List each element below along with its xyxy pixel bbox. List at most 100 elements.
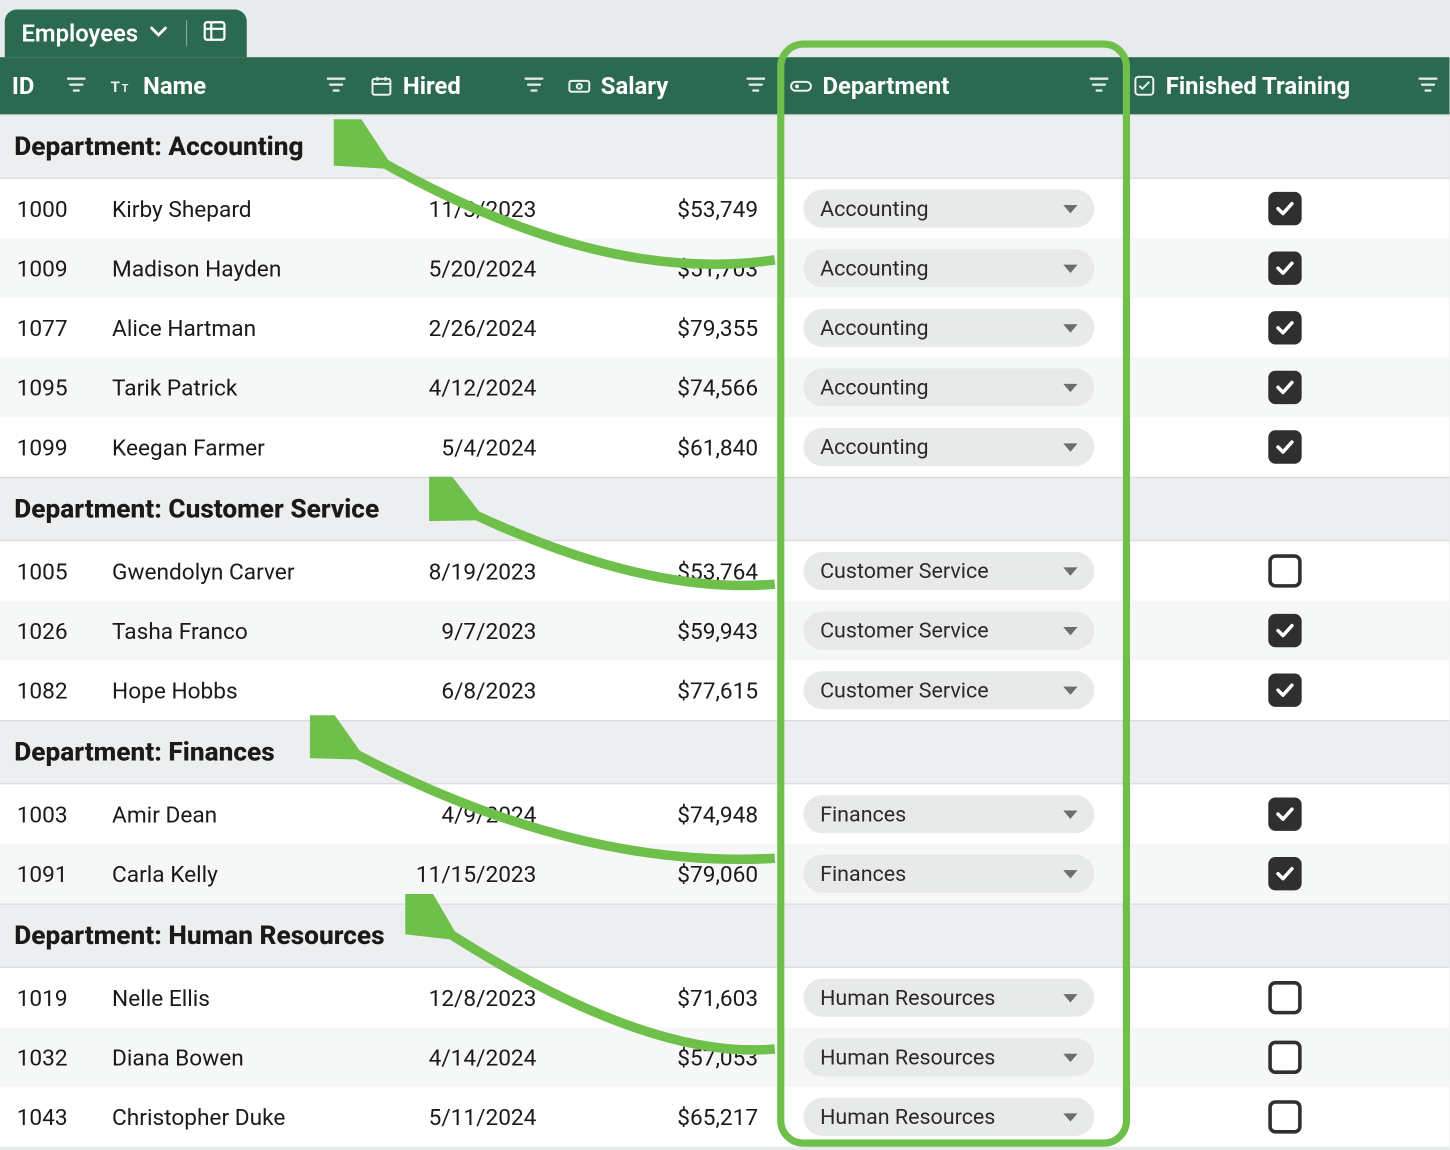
column-id-label: ID [12,72,34,101]
department-select[interactable]: Human Resources [803,1038,1094,1076]
filter-icon[interactable] [327,77,346,94]
cell-finished-training [1120,252,1449,285]
cell-id: 1082 [0,676,98,703]
cell-salary: $57,053 [555,1044,777,1071]
cell-id: 1009 [0,254,98,281]
tab-label: Employees [21,19,138,48]
table-row[interactable]: 1003Amir Dean4/9/2024$74,948Finances [0,784,1449,844]
table-row[interactable]: 1032Diana Bowen4/14/2024$57,053Human Res… [0,1028,1449,1088]
department-select[interactable]: Finances [803,795,1094,833]
department-select[interactable]: Accounting [803,368,1094,406]
group-header[interactable]: Department: Customer Service [0,477,1449,541]
cell-hired: 5/4/2024 [358,433,556,460]
table-view-icon[interactable] [201,17,227,49]
department-select[interactable]: Accounting [803,249,1094,287]
table-row[interactable]: 1095Tarik Patrick4/12/2024$74,566Account… [0,358,1449,418]
column-header-id[interactable]: ID [0,57,98,114]
finished-training-checkbox[interactable] [1268,981,1301,1014]
cell-finished-training [1120,614,1449,647]
cell-salary: $74,948 [555,800,777,827]
cell-finished-training [1120,1100,1449,1133]
department-value: Customer Service [820,558,989,583]
group-header[interactable]: Department: Accounting [0,114,1449,178]
finished-training-checkbox[interactable] [1268,614,1301,647]
cell-finished-training [1120,1041,1449,1074]
money-icon [567,74,591,98]
cell-department: Human Resources [777,1098,1120,1136]
column-header-hired[interactable]: Hired [358,57,556,114]
finished-training-checkbox[interactable] [1268,252,1301,285]
filter-icon[interactable] [1089,77,1108,94]
group-header[interactable]: Department: Human Resources [0,904,1449,968]
svg-text:T: T [111,78,120,96]
table-row[interactable]: 1005Gwendolyn Carver8/19/2023$53,764Cust… [0,541,1449,601]
finished-training-checkbox[interactable] [1268,1041,1301,1074]
tab-employees[interactable]: Employees [5,10,247,58]
column-header-department[interactable]: Department [777,57,1120,114]
table-row[interactable]: 1099Keegan Farmer5/4/2024$61,840Accounti… [0,417,1449,477]
department-value: Accounting [820,434,929,459]
cell-department: Finances [777,855,1120,893]
table-row[interactable]: 1043Christopher Duke5/11/2024$65,217Huma… [0,1087,1449,1147]
finished-training-checkbox[interactable] [1268,430,1301,463]
cell-hired: 5/20/2024 [358,254,556,281]
cell-department: Human Resources [777,979,1120,1017]
department-select[interactable]: Customer Service [803,552,1094,590]
chevron-down-icon [1063,443,1077,451]
department-select[interactable]: Finances [803,855,1094,893]
column-header-name[interactable]: TT Name [98,57,358,114]
finished-training-checkbox[interactable] [1268,857,1301,890]
cell-name: Tasha Franco [98,617,358,644]
finished-training-checkbox[interactable] [1268,192,1301,225]
department-select[interactable]: Accounting [803,428,1094,466]
table-row[interactable]: 1082Hope Hobbs6/8/2023$77,615Customer Se… [0,660,1449,720]
table-row[interactable]: 1019Nelle Ellis12/8/2023$71,603Human Res… [0,968,1449,1028]
finished-training-checkbox[interactable] [1268,1100,1301,1133]
cell-id: 1095 [0,374,98,401]
chevron-down-icon [1063,567,1077,575]
cell-id: 1005 [0,557,98,584]
filter-icon[interactable] [1418,77,1437,94]
cell-finished-training [1120,311,1449,344]
cell-name: Madison Hayden [98,254,358,281]
finished-training-checkbox[interactable] [1268,311,1301,344]
table-row[interactable]: 1000Kirby Shepard11/3/2023$53,749Account… [0,179,1449,239]
table-row[interactable]: 1091Carla Kelly11/15/2023$79,060Finances [0,844,1449,904]
finished-training-checkbox[interactable] [1268,554,1301,587]
filter-icon[interactable] [746,77,765,94]
chevron-down-icon [1063,686,1077,694]
cell-finished-training [1120,797,1449,830]
filter-icon[interactable] [67,77,86,94]
chevron-down-icon [1063,810,1077,818]
chevron-down-icon [1063,1053,1077,1061]
department-select[interactable]: Customer Service [803,611,1094,649]
cell-salary: $51,703 [555,254,777,281]
finished-training-checkbox[interactable] [1268,673,1301,706]
finished-training-checkbox[interactable] [1268,371,1301,404]
table-row[interactable]: 1009Madison Hayden5/20/2024$51,703 Accoun… [0,238,1449,298]
department-select[interactable]: Human Resources [803,1098,1094,1136]
cell-hired: 9/7/2023 [358,617,556,644]
table-row[interactable]: 1077Alice Hartman2/26/2024$79,355Account… [0,298,1449,358]
department-select[interactable]: Human Resources [803,979,1094,1017]
group-header[interactable]: Department: Finances [0,720,1449,784]
department-value: Accounting [820,315,929,340]
cell-salary: $77,615 [555,676,777,703]
department-value: Finances [820,802,906,827]
table-row[interactable]: 1026Tasha Franco9/7/2023$59,943Customer … [0,601,1449,661]
column-header-salary[interactable]: Salary [555,57,777,114]
cell-department: Accounting [777,428,1120,466]
chevron-down-icon [1063,383,1077,391]
department-select[interactable]: Customer Service [803,671,1094,709]
filter-icon[interactable] [524,77,543,94]
cell-name: Nelle Ellis [98,984,358,1011]
department-value: Human Resources [820,1045,995,1070]
column-header-finished-training[interactable]: Finished Training [1120,57,1449,114]
finished-training-checkbox[interactable] [1268,797,1301,830]
department-select[interactable]: Accounting [803,309,1094,347]
cell-finished-training [1120,371,1449,404]
department-select[interactable]: Accounting [803,190,1094,228]
cell-name: Keegan Farmer [98,433,358,460]
chevron-down-icon [1063,870,1077,878]
cell-name: Gwendolyn Carver [98,557,358,584]
